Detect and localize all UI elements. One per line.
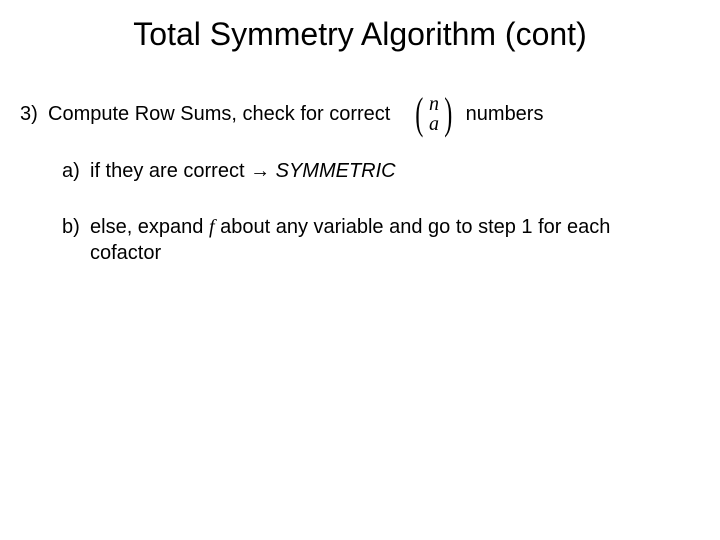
binom-top: n [429, 94, 439, 114]
slide: Total Symmetry Algorithm (cont) 3) Compu… [0, 0, 720, 540]
list-item-3: 3) Compute Row Sums, check for correct (… [20, 92, 700, 136]
list-marker-b: b) [62, 214, 90, 240]
slide-title: Total Symmetry Algorithm (cont) [0, 16, 720, 53]
item3-text-after: numbers [466, 103, 544, 126]
item3-text-before: Compute Row Sums, check for correct [48, 103, 390, 126]
left-paren-icon: ( [416, 92, 424, 136]
sub-b-prefix: else, expand [90, 216, 209, 238]
list-marker-3: 3) [20, 103, 48, 126]
sub-item-b: b)else, expand f about any variable and … [62, 214, 682, 266]
sub-item-a: a)if they are correct → SYMMETRIC [62, 160, 682, 183]
binom-bottom: a [429, 114, 439, 134]
binomial-expression: ( n a ) [412, 92, 455, 136]
binomial-stack: n a [427, 94, 441, 134]
list-marker-a: a) [62, 160, 90, 183]
sub-b-body: else, expand f about any variable and go… [90, 214, 650, 266]
right-paren-icon: ) [444, 92, 452, 136]
symmetric-label: SYMMETRIC [270, 160, 396, 182]
arrow-icon: → [250, 160, 270, 182]
sub-a-text: if they are correct [90, 160, 250, 182]
